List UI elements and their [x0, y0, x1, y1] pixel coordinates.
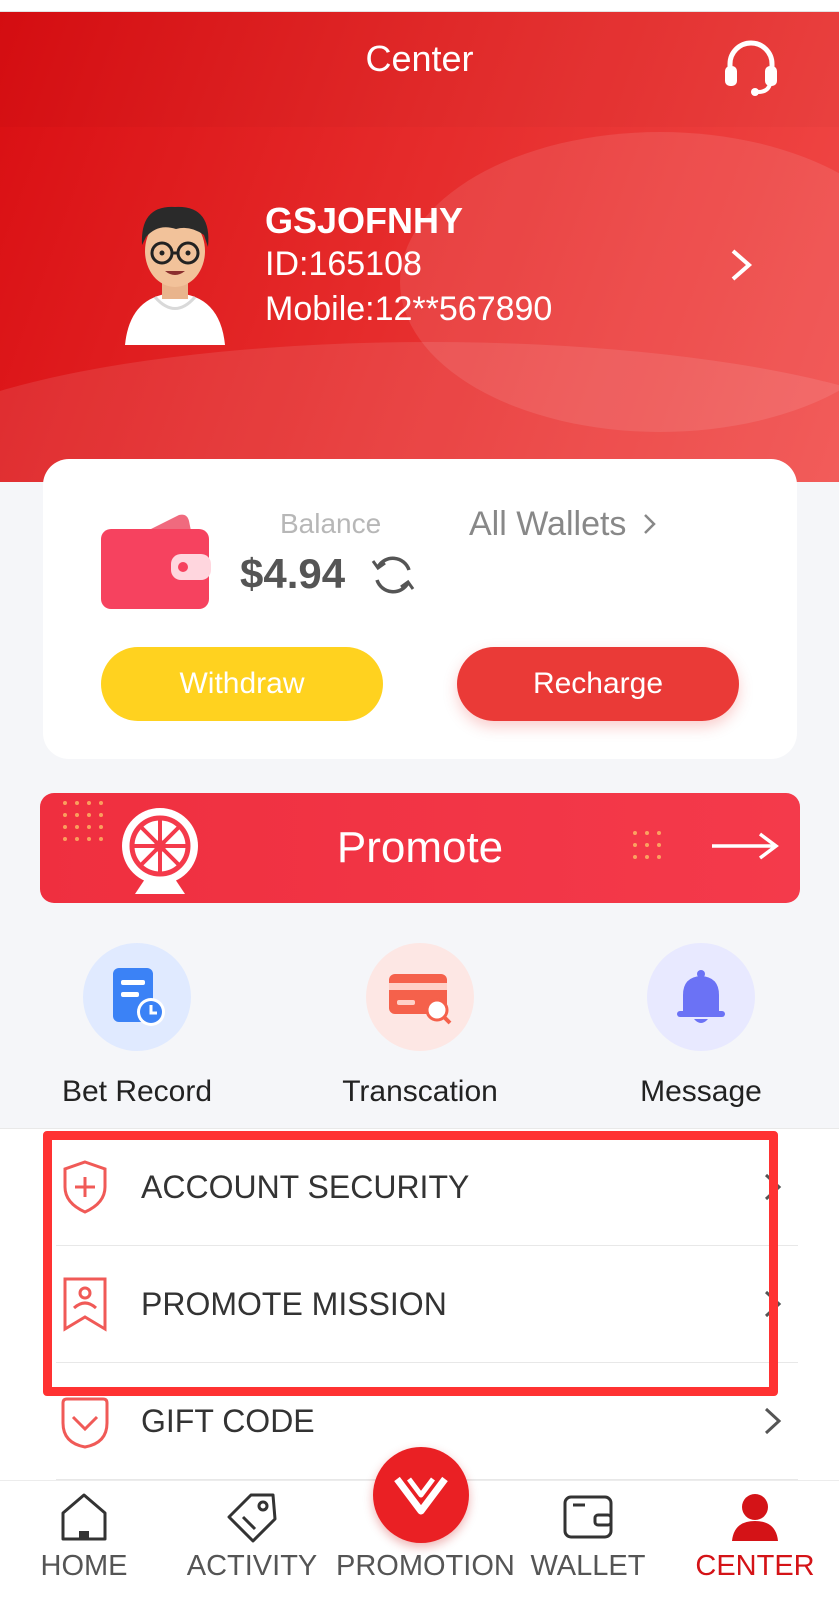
promotion-center-button[interactable]: [373, 1447, 469, 1543]
quick-action-label: Transcation: [342, 1075, 498, 1108]
mission-badge-icon: [63, 1277, 107, 1332]
nav-label: PROMOTION: [336, 1550, 515, 1582]
gift-code-icon: [61, 1397, 109, 1449]
nav-activity[interactable]: ACTIVITY: [168, 1481, 336, 1589]
home-icon: [61, 1493, 107, 1541]
user-id: ID:165108: [265, 245, 422, 283]
page-title: Center: [365, 38, 474, 79]
transaction-card-icon: [389, 974, 452, 1025]
refresh-icon[interactable]: [370, 552, 416, 598]
all-wallets-label: All Wallets: [469, 505, 627, 543]
chevron-right-icon: [644, 514, 656, 534]
username: GSJOFNHY: [265, 200, 464, 241]
tag-icon: [227, 1493, 277, 1543]
status-strip: [0, 0, 839, 12]
nav-label: HOME: [40, 1550, 128, 1582]
nav-label: WALLET: [530, 1550, 646, 1582]
promote-mission-row[interactable]: PROMOTE MISSION: [56, 1246, 798, 1363]
balance-label: Balance: [280, 508, 382, 539]
menu-item-label: PROMOTE MISSION: [141, 1286, 447, 1322]
nav-label: CENTER: [695, 1550, 815, 1582]
nav-home[interactable]: HOME: [0, 1481, 168, 1589]
account-security-row[interactable]: ACCOUNT SECURITY: [56, 1129, 798, 1246]
bell-icon: [677, 970, 725, 1023]
message-icon-circle: [647, 943, 755, 1051]
headset-icon[interactable]: [722, 36, 780, 96]
quick-action-label: Message: [640, 1075, 762, 1108]
wallet-illustration-icon: [101, 514, 211, 609]
settings-list: ACCOUNT SECURITY PROMOTE MISSION GIFT CO…: [0, 1128, 839, 1480]
transaction-icon-circle: [366, 943, 474, 1051]
menu-item-label: GIFT CODE: [141, 1403, 315, 1439]
chevron-right-icon: [764, 1173, 782, 1201]
promote-banner[interactable]: Promote: [40, 793, 800, 903]
promote-label: Promote: [336, 823, 504, 872]
user-icon: [732, 1494, 778, 1541]
menu-item-label: ACCOUNT SECURITY: [141, 1169, 470, 1205]
shield-plus-icon: [63, 1160, 107, 1214]
chevron-right-icon[interactable]: [727, 245, 757, 285]
bet-record-icon: [113, 968, 165, 1026]
bet-record-button[interactable]: Bet Record: [37, 943, 237, 1109]
all-wallets-link[interactable]: All Wallets: [469, 505, 660, 544]
wallet-icon: [563, 1495, 613, 1539]
nav-label: ACTIVITY: [186, 1550, 318, 1582]
balance-amount: $4.94: [240, 550, 346, 597]
withdraw-button[interactable]: Withdraw: [101, 647, 383, 721]
chevron-right-icon: [764, 1290, 782, 1318]
recharge-button[interactable]: Recharge: [457, 647, 739, 721]
transaction-button[interactable]: Transcation: [320, 943, 520, 1109]
nav-wallet[interactable]: WALLET: [504, 1481, 672, 1589]
message-button[interactable]: Message: [601, 943, 801, 1109]
quick-action-label: Bet Record: [61, 1075, 213, 1108]
user-mobile: Mobile:12**567890: [265, 290, 553, 328]
bottom-strip: [0, 1588, 839, 1600]
chevron-right-icon: [764, 1407, 782, 1435]
bet-record-icon-circle: [83, 943, 191, 1051]
arrow-right-icon: [712, 832, 779, 860]
avatar[interactable]: [120, 195, 230, 345]
promotion-logo-icon: [394, 1476, 448, 1515]
nav-center[interactable]: CENTER: [671, 1481, 839, 1589]
